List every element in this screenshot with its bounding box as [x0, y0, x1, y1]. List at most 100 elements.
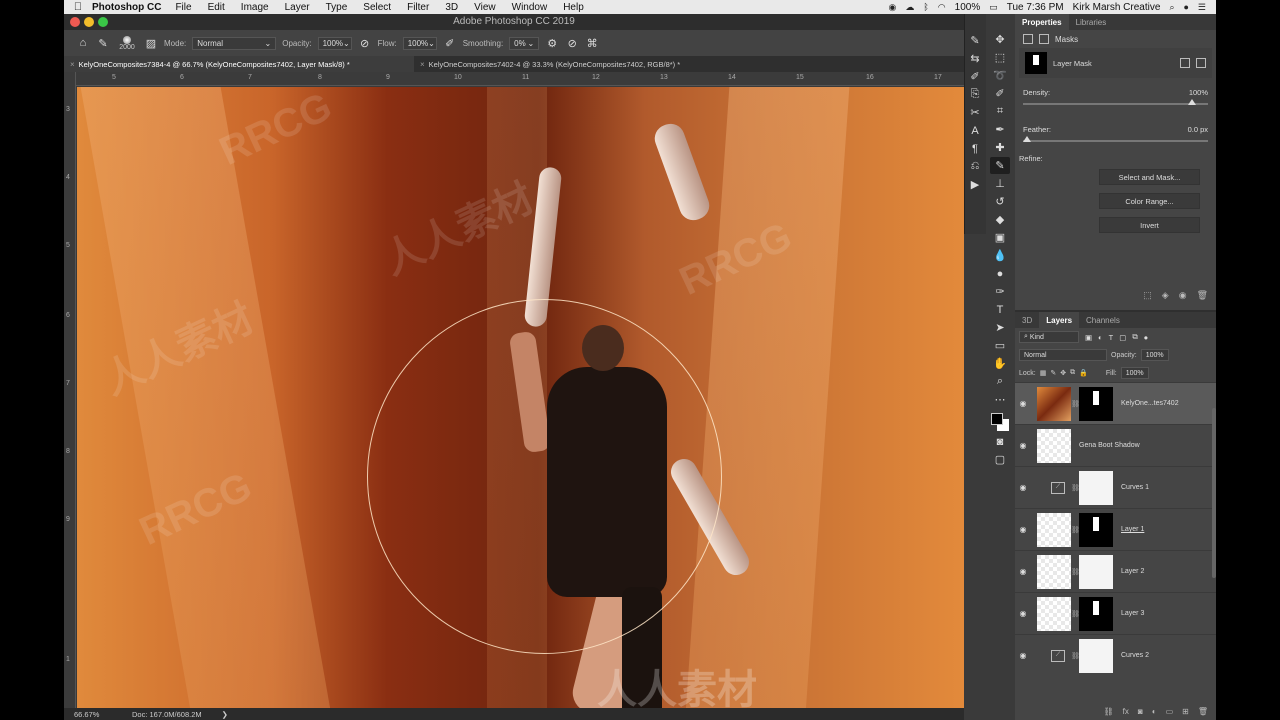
eye-icon[interactable]: ◉ [1015, 567, 1031, 576]
lock-paint-icon[interactable]: ✎ [1050, 369, 1056, 377]
tab-layers[interactable]: Layers [1039, 312, 1080, 328]
zoom-icon[interactable]: ⌕ [990, 373, 1010, 390]
zoom-level[interactable]: 66.67% [74, 710, 124, 719]
spotlight-icon[interactable]: ⌕ [1169, 2, 1174, 13]
invert-button[interactable]: Invert [1099, 217, 1200, 233]
tab-libraries[interactable]: Libraries [1069, 14, 1114, 30]
select-pixel-mask-icon[interactable] [1180, 58, 1190, 68]
layer-name[interactable]: Curves 2 [1121, 652, 1149, 659]
layer-mask-row[interactable]: Layer Mask [1019, 48, 1212, 78]
lasso-icon[interactable]: ➰ [990, 67, 1010, 84]
layer-mask-thumbnail[interactable] [1079, 596, 1113, 631]
home-icon[interactable]: ⌂ [76, 36, 90, 50]
hand-icon[interactable]: ✋ [990, 355, 1010, 372]
lock-artboard-icon[interactable]: ⧉ [1070, 369, 1075, 377]
layer-row[interactable]: ◉ ⛓ Layer 2 [1015, 550, 1216, 592]
layer-row[interactable]: ◉ ⟋ ⛓ Curves 2 [1015, 634, 1216, 676]
layer-name[interactable]: Layer 2 [1121, 568, 1144, 575]
pressure-size-icon[interactable]: ⊘ [565, 36, 579, 50]
opacity-field[interactable]: 100% ⌄ [317, 36, 352, 50]
add-vector-mask-icon[interactable] [1196, 58, 1206, 68]
tool-presets-icon[interactable]: ✂ [965, 104, 985, 121]
link-layers-icon[interactable]: ⛓ [1104, 707, 1114, 716]
healing-icon[interactable]: ✚ [990, 139, 1010, 156]
visibility-icon[interactable]: ◉ [1179, 290, 1187, 301]
menu-filter[interactable]: Filter [407, 2, 429, 13]
filter-smart-object-icon[interactable]: ⧉ [1132, 332, 1137, 342]
menu-view[interactable]: View [474, 2, 496, 13]
brush-tool-preset-icon[interactable]: ✎ [96, 36, 110, 50]
eyedropper-icon[interactable]: ✒ [990, 121, 1010, 138]
tab-3d[interactable]: 3D [1015, 312, 1039, 328]
layer-mask-thumbnail[interactable] [1079, 386, 1113, 421]
actions-play-icon[interactable]: ▶ [965, 176, 985, 193]
layer-name[interactable]: KelyOne...tes7402 [1121, 400, 1179, 407]
layer-mask-thumbnail[interactable] [1079, 554, 1113, 589]
filter-shape-icon[interactable]: ▢ [1119, 333, 1126, 342]
character-icon[interactable]: A [965, 122, 985, 139]
menu-help[interactable]: Help [563, 2, 584, 13]
eye-icon[interactable]: ◉ [1015, 441, 1031, 450]
color-range-button[interactable]: Color Range... [1099, 193, 1200, 209]
lock-transparency-icon[interactable]: ▦ [1040, 369, 1047, 377]
quick-mask-icon[interactable]: ◙ [990, 433, 1010, 450]
document-canvas[interactable]: RRCG 人人素材 RRCG 人人素材 RRCG 人人素材 [77, 87, 964, 708]
new-group-icon[interactable]: ▭ [1166, 707, 1174, 716]
link-icon[interactable]: ⛓ [1071, 568, 1080, 576]
blur-icon[interactable]: 💧 [990, 247, 1010, 264]
feather-track[interactable] [1023, 136, 1208, 142]
menu-window[interactable]: Window [512, 2, 548, 13]
layer-row[interactable]: ◉ ⛓ KelyOne...tes7402 [1015, 382, 1216, 424]
menu-app-name[interactable]: Photoshop CC [92, 2, 161, 13]
close-tab-icon[interactable]: × [420, 60, 425, 69]
siri-icon[interactable]: ● [1183, 2, 1188, 12]
pen-icon[interactable]: ✑ [990, 283, 1010, 300]
link-icon[interactable]: ⛓ [1071, 526, 1080, 534]
tab-document-1[interactable]: × KelyOneComposites7384-4 @ 66.7% (KelyO… [64, 56, 414, 72]
brush-panel-icon[interactable]: ✎ [965, 32, 985, 49]
move-icon[interactable]: ✥ [990, 31, 1010, 48]
layers-scrollbar[interactable] [1212, 408, 1216, 578]
apple-icon[interactable]:  [64, 1, 92, 13]
screen-mode-icon[interactable]: ▢ [990, 451, 1010, 468]
link-icon[interactable]: ⛓ [1071, 652, 1080, 660]
more-tools-icon[interactable]: ⋯ [990, 391, 1010, 408]
type-icon[interactable]: T [990, 301, 1010, 318]
gear-icon[interactable]: ⚙ [545, 36, 559, 50]
eye-icon[interactable]: ◉ [1015, 399, 1031, 408]
menu-layer[interactable]: Layer [285, 2, 310, 13]
layer-name[interactable]: Layer 3 [1121, 610, 1144, 617]
layer-row[interactable]: ◉ ⛓ Layer 3 [1015, 592, 1216, 634]
density-value[interactable]: 100% [1189, 88, 1208, 97]
feather-value[interactable]: 0.0 px [1188, 125, 1208, 134]
load-selection-icon[interactable]: ⬚ [1143, 290, 1152, 301]
flow-field[interactable]: 100% ⌄ [402, 36, 437, 50]
layer-name[interactable]: Curves 1 [1121, 484, 1149, 491]
notification-icon[interactable]: ☰ [1198, 2, 1206, 13]
lock-position-icon[interactable]: ✥ [1060, 369, 1066, 377]
blend-mode-select[interactable]: Normal [1019, 349, 1107, 361]
brush-size-picker[interactable]: 2000 [116, 35, 138, 51]
tab-document-2[interactable]: × KelyOneComposites7402-4 @ 33.3% (KelyO… [414, 56, 686, 72]
foreground-color-swatch[interactable] [991, 413, 1003, 425]
eye-icon[interactable]: ◉ [1015, 483, 1031, 492]
filter-pixel-icon[interactable]: ▣ [1085, 333, 1092, 342]
layer-row[interactable]: ◉ ⟋ ⛓ Curves 1 [1015, 466, 1216, 508]
pixel-mask-icon[interactable] [1023, 34, 1033, 44]
fx-icon[interactable]: fx [1123, 707, 1129, 716]
menu-type[interactable]: Type [326, 2, 348, 13]
menubar-clock[interactable]: Tue 7:36 PM [1007, 2, 1064, 13]
new-adjustment-icon[interactable]: ◐ [1152, 707, 1157, 716]
density-slider[interactable]: Density: 100% [1023, 88, 1208, 105]
menu-3d[interactable]: 3D [445, 2, 458, 13]
eraser-icon[interactable]: ◆ [990, 211, 1010, 228]
menu-file[interactable]: File [175, 2, 191, 13]
layer-mask-thumbnail[interactable] [1079, 638, 1113, 673]
smoothing-field[interactable]: 0% ⌄ [509, 36, 540, 50]
filter-toggle-icon[interactable]: ● [1144, 333, 1149, 342]
layer-opacity-field[interactable]: 100% [1140, 349, 1169, 361]
new-layer-icon[interactable]: ⊞ [1182, 707, 1189, 716]
glyphs-icon[interactable]: ⎌ [965, 158, 985, 175]
layer-name[interactable]: Layer 1 [1121, 526, 1144, 533]
eye-icon[interactable]: ◉ [1015, 525, 1031, 534]
